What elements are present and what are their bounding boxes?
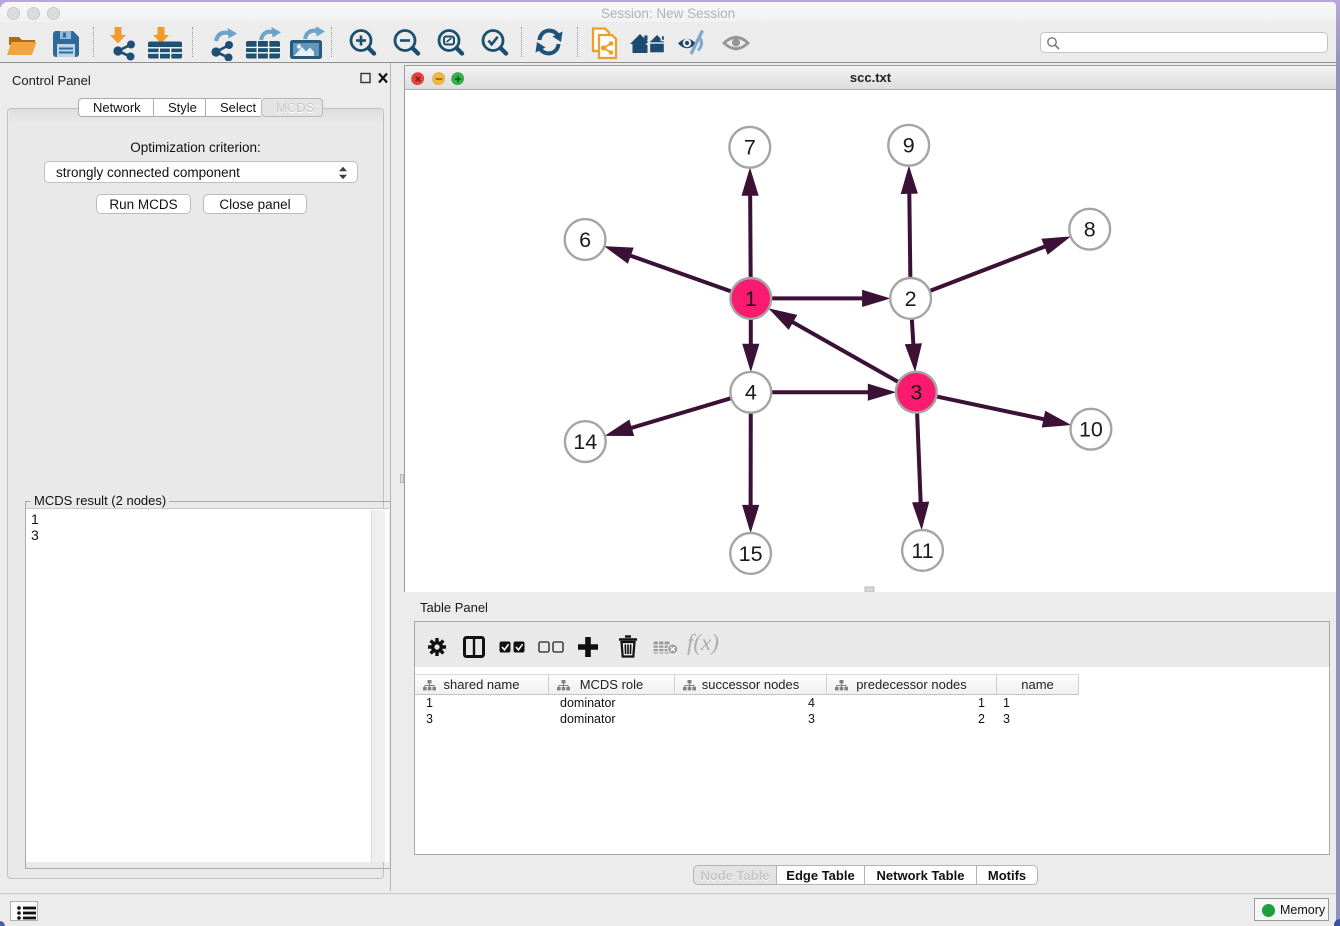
svg-text:14: 14 — [573, 430, 597, 454]
svg-text:6: 6 — [579, 228, 591, 252]
svg-text:9: 9 — [903, 134, 915, 158]
svg-text:2: 2 — [905, 287, 917, 311]
svg-text:10: 10 — [1079, 418, 1103, 442]
svg-text:1: 1 — [745, 287, 757, 311]
svg-text:7: 7 — [744, 136, 756, 160]
svg-text:11: 11 — [911, 539, 933, 563]
svg-text:8: 8 — [1084, 218, 1096, 242]
svg-text:3: 3 — [910, 381, 922, 405]
svg-text:4: 4 — [745, 381, 757, 405]
svg-text:15: 15 — [739, 542, 763, 566]
